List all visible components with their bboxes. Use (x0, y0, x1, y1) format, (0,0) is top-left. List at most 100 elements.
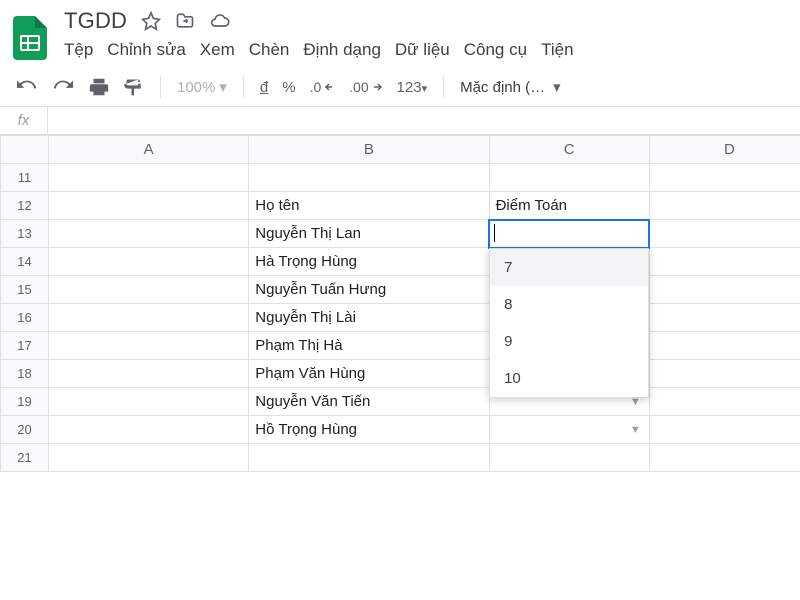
cell-A18[interactable] (49, 360, 249, 388)
cell-D16[interactable] (649, 304, 800, 332)
formula-input[interactable] (48, 107, 800, 134)
dropdown-option[interactable]: 8 (490, 286, 648, 323)
table-row: 15 Nguyễn Tuấn Hưng (1, 276, 800, 304)
cell-D13[interactable] (649, 220, 800, 248)
menu-extensions[interactable]: Tiện (541, 40, 573, 60)
cell-A15[interactable] (49, 276, 249, 304)
select-all-corner[interactable] (1, 136, 49, 164)
cell-B21[interactable] (249, 444, 489, 472)
cell-C11[interactable] (489, 164, 649, 192)
cell-D18[interactable] (649, 360, 800, 388)
cloud-status-icon[interactable] (209, 11, 231, 31)
row-header[interactable]: 21 (1, 444, 49, 472)
cell-B17[interactable]: Phạm Thị Hà (249, 332, 489, 360)
row-header[interactable]: 17 (1, 332, 49, 360)
cell-B13[interactable]: Nguyễn Thị Lan (249, 220, 489, 248)
table-row: 16 Nguyễn Thị Lài (1, 304, 800, 332)
increase-decimals-button[interactable]: .00 (349, 79, 382, 95)
cell-A13[interactable] (49, 220, 249, 248)
cell-B19[interactable]: Nguyễn Văn Tiến (249, 388, 489, 416)
cell-B18[interactable]: Phạm Văn Hùng (249, 360, 489, 388)
percent-button[interactable]: % (282, 79, 295, 96)
dropdown-arrow-icon[interactable]: ▼ (630, 424, 643, 436)
paint-format-icon[interactable] (124, 76, 144, 98)
separator (443, 76, 444, 98)
row-header[interactable]: 14 (1, 248, 49, 276)
dropdown-option[interactable]: 10 (490, 360, 648, 397)
cell-B20[interactable]: Hồ Trọng Hùng (249, 416, 489, 444)
col-header-D[interactable]: D (649, 136, 800, 164)
chevron-down-icon: ▾ (553, 78, 561, 96)
cell-D12[interactable] (649, 192, 800, 220)
cell-A17[interactable] (49, 332, 249, 360)
menu-insert[interactable]: Chèn (249, 40, 290, 60)
row-header[interactable]: 18 (1, 360, 49, 388)
spreadsheet-grid[interactable]: A B C D 1112 Họ tênĐiểm Toán 13 Nguyễn Thị … (0, 135, 800, 472)
move-icon[interactable] (175, 11, 195, 31)
sheets-logo-icon[interactable] (10, 13, 50, 63)
table-row: 19Nguyễn Văn Tiến▼ (1, 388, 800, 416)
undo-icon[interactable] (16, 76, 38, 98)
cell-A11[interactable] (49, 164, 249, 192)
cell-A20[interactable] (49, 416, 249, 444)
menu-tools[interactable]: Công cụ (464, 40, 527, 60)
zoom-select[interactable]: 100% ▾ (177, 78, 227, 96)
menu-data[interactable]: Dữ liệu (395, 40, 450, 60)
menu-file[interactable]: Tệp (64, 40, 93, 60)
col-header-A[interactable]: A (49, 136, 249, 164)
number-format-button[interactable]: 123▾ (397, 79, 428, 96)
row-header[interactable]: 11 (1, 164, 49, 192)
cell-D17[interactable] (649, 332, 800, 360)
cell-C12[interactable]: Điểm Toán (489, 192, 649, 220)
col-header-C[interactable]: C (489, 136, 649, 164)
col-header-B[interactable]: B (249, 136, 489, 164)
menu-format[interactable]: Định dạng (303, 40, 381, 60)
cell-B16[interactable]: Nguyễn Thị Lài (249, 304, 489, 332)
cell-B12[interactable]: Họ tên (249, 192, 489, 220)
menu-bar: Tệp Chỉnh sửa Xem Chèn Định dạng Dữ liệu… (60, 34, 574, 68)
currency-button[interactable]: đ (260, 79, 268, 96)
font-select[interactable]: Mặc định (… ▾ (460, 78, 561, 96)
row-header[interactable]: 16 (1, 304, 49, 332)
row-header[interactable]: 13 (1, 220, 49, 248)
cell-B15[interactable]: Nguyễn Tuấn Hưng (249, 276, 489, 304)
cell-C21[interactable] (489, 444, 649, 472)
cell-D11[interactable] (649, 164, 800, 192)
table-row: 21 (1, 444, 800, 472)
dropdown-option[interactable]: 7 (490, 249, 648, 286)
cell-B11[interactable] (249, 164, 489, 192)
cell-C20[interactable]: ▼ (489, 416, 649, 444)
cell-D15[interactable] (649, 276, 800, 304)
row-header[interactable]: 20 (1, 416, 49, 444)
cell-C13[interactable] (489, 220, 649, 248)
print-icon[interactable] (88, 76, 110, 98)
cell-A19[interactable] (49, 388, 249, 416)
table-row: 11 (1, 164, 800, 192)
doc-title[interactable]: TGDD (64, 8, 127, 34)
star-icon[interactable] (141, 11, 161, 31)
row-header[interactable]: 15 (1, 276, 49, 304)
cell-A14[interactable] (49, 248, 249, 276)
table-row: 12 Họ tênĐiểm Toán (1, 192, 800, 220)
cell-A12[interactable] (49, 192, 249, 220)
separator (160, 76, 161, 98)
table-row: 17 Phạm Thị Hà (1, 332, 800, 360)
row-header[interactable]: 12 (1, 192, 49, 220)
cell-A21[interactable] (49, 444, 249, 472)
redo-icon[interactable] (52, 76, 74, 98)
table-row: 13 Nguyễn Thị Lan (1, 220, 800, 248)
decrease-decimals-button[interactable]: .0 (310, 79, 336, 95)
cell-D14[interactable] (649, 248, 800, 276)
cell-D21[interactable] (649, 444, 800, 472)
separator (243, 76, 244, 98)
cell-A16[interactable] (49, 304, 249, 332)
dropdown-option[interactable]: 9 (490, 323, 648, 360)
cell-D19[interactable] (649, 388, 800, 416)
column-header-row: A B C D (1, 136, 800, 164)
cell-B14[interactable]: Hà Trọng Hùng (249, 248, 489, 276)
cell-D20[interactable] (649, 416, 800, 444)
row-header[interactable]: 19 (1, 388, 49, 416)
fx-label: fx (0, 107, 48, 134)
menu-view[interactable]: Xem (200, 40, 235, 60)
menu-edit[interactable]: Chỉnh sửa (107, 40, 185, 60)
